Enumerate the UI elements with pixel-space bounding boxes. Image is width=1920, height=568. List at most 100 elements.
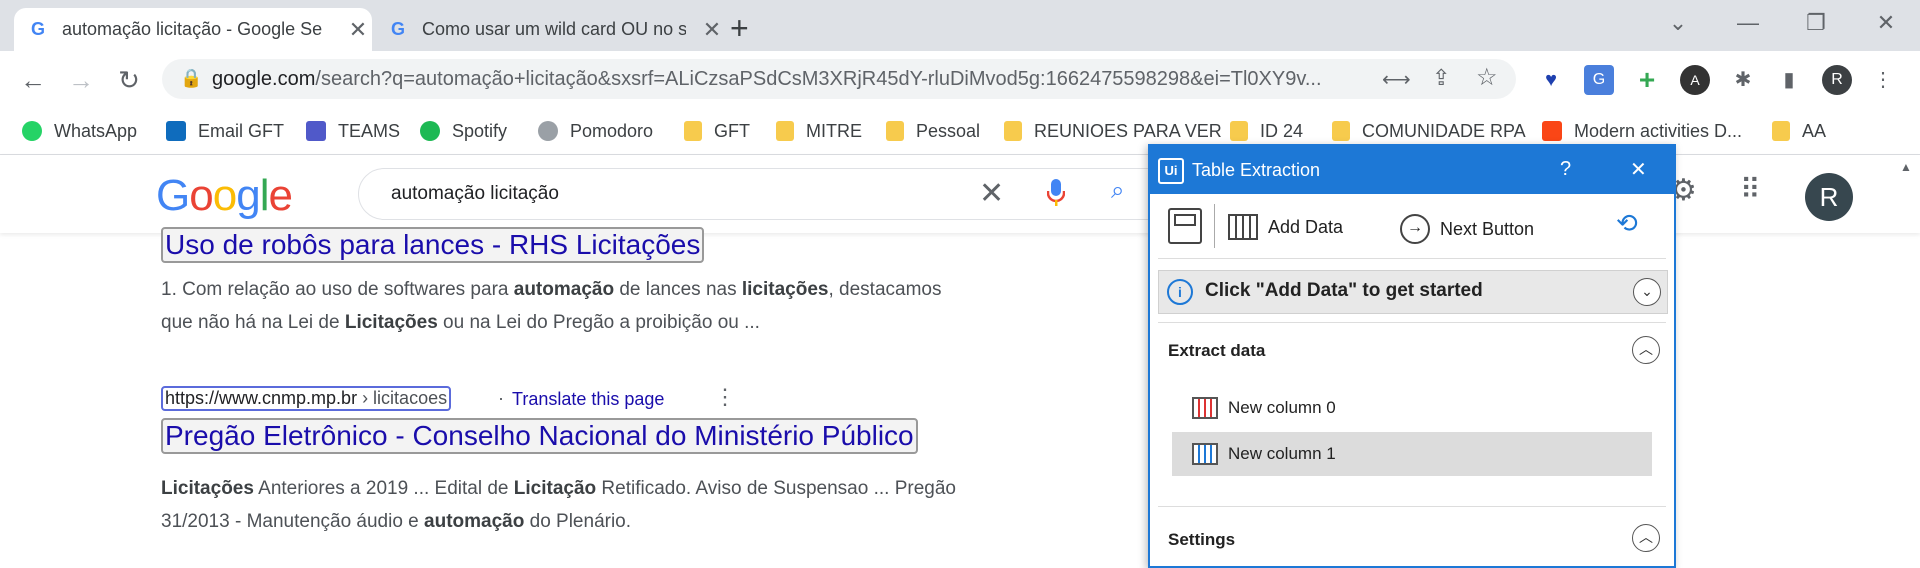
share-icon[interactable]: ⇪ bbox=[1432, 65, 1450, 91]
add-data-button[interactable]: Add Data bbox=[1228, 214, 1343, 240]
search-box[interactable]: automação licitação ✕ ⌕ bbox=[358, 168, 1180, 220]
result-1-snippet-line1: 1. Com relação ao uso de softwares para … bbox=[161, 279, 942, 300]
translate-icon[interactable]: ⟷ bbox=[1382, 67, 1411, 92]
uipath-logo-icon: Ui bbox=[1158, 158, 1184, 184]
tab-google-search[interactable]: G automação licitação - Google Se ✕ bbox=[14, 8, 372, 51]
result-2-title[interactable]: Pregão Eletrônico - Conselho Nacional do… bbox=[161, 418, 918, 454]
bookmark-whatsapp[interactable]: WhatsApp bbox=[22, 108, 137, 154]
lock-icon: 🔒 bbox=[180, 68, 203, 88]
divider bbox=[1158, 322, 1666, 323]
extensions-puzzle-icon[interactable]: ✱ bbox=[1728, 65, 1758, 95]
bookmark-label: GFT bbox=[714, 120, 750, 141]
extension-a-icon[interactable]: A bbox=[1680, 65, 1710, 95]
tab-wildcard[interactable]: G Como usar um wild card OU no s ✕ bbox=[374, 8, 726, 51]
google-logo[interactable]: Google bbox=[156, 171, 293, 221]
bookmark-star-icon[interactable]: ☆ bbox=[1476, 63, 1498, 92]
close-tab-icon[interactable]: ✕ bbox=[698, 17, 726, 43]
bookmark-gft[interactable]: GFT bbox=[684, 108, 750, 154]
back-icon[interactable]: ← bbox=[16, 63, 50, 97]
bookmark-spotify[interactable]: Spotify bbox=[420, 108, 507, 154]
uipath-icon bbox=[1542, 121, 1562, 141]
side-panel-icon[interactable]: ▮ bbox=[1774, 65, 1804, 95]
bookmark-email-gft[interactable]: Email GFT bbox=[166, 108, 284, 154]
chevron-down-icon[interactable]: ⌄ bbox=[1633, 278, 1661, 306]
bookmark-label: Modern activities D... bbox=[1574, 120, 1743, 141]
extension-translate-icon[interactable]: G bbox=[1584, 65, 1614, 95]
next-button-label: Next Button bbox=[1440, 218, 1535, 239]
toolbar-divider bbox=[1214, 204, 1215, 248]
extension-plus-icon[interactable]: + bbox=[1632, 65, 1662, 95]
tab-search-icon[interactable]: ⌄ bbox=[1658, 10, 1698, 36]
folder-icon bbox=[1772, 121, 1790, 141]
separator-dot: · bbox=[498, 388, 504, 408]
folder-icon bbox=[1230, 121, 1248, 141]
spotify-icon bbox=[420, 121, 440, 141]
bookmark-label: Email GFT bbox=[198, 120, 285, 141]
bookmark-aa[interactable]: AA bbox=[1772, 108, 1826, 154]
window-close-icon[interactable]: ✕ bbox=[1866, 10, 1906, 36]
column-label: New column 0 bbox=[1228, 398, 1336, 417]
google-favicon-icon: G bbox=[390, 19, 405, 39]
panel-title: Table Extraction bbox=[1192, 160, 1321, 180]
table-extraction-panel: Ui Table Extraction ? ✕ Add Data → Next … bbox=[1148, 144, 1676, 568]
clear-icon[interactable]: ✕ bbox=[979, 169, 1004, 219]
info-banner[interactable]: i Click "Add Data" to get started ⌄ bbox=[1158, 270, 1668, 314]
panel-close-button[interactable]: ✕ bbox=[1630, 157, 1647, 182]
folder-icon bbox=[776, 121, 794, 141]
bookmark-pomodoro[interactable]: Pomodoro bbox=[538, 108, 653, 154]
address-bar[interactable]: 🔒 google.com/search?q=automação+licitaçã… bbox=[162, 59, 1516, 99]
bookmark-label: COMUNIDADE RPA bbox=[1362, 120, 1526, 141]
restore-icon[interactable]: ❐ bbox=[1796, 10, 1836, 36]
result-2-url[interactable]: https://www.cnmp.mp.br › licitacoes bbox=[161, 386, 452, 411]
folder-icon bbox=[1332, 121, 1350, 141]
result-2-snippet-line2: 31/2013 - Manutenção áudio e automação d… bbox=[161, 511, 632, 532]
save-icon[interactable] bbox=[1168, 208, 1202, 244]
forward-icon[interactable]: → bbox=[64, 63, 98, 97]
result-2-snippet-line1: Licitações Anteriores a 2019 ... Edital … bbox=[161, 478, 956, 499]
panel-titlebar: Ui Table Extraction ? ✕ bbox=[1150, 146, 1674, 194]
microphone-icon[interactable] bbox=[1046, 179, 1066, 206]
check-icon bbox=[538, 121, 558, 141]
profile-avatar[interactable]: R bbox=[1822, 65, 1852, 95]
result-menu-icon[interactable]: ⋮ bbox=[714, 384, 736, 410]
folder-icon bbox=[1004, 121, 1022, 141]
whatsapp-icon bbox=[22, 121, 42, 141]
column-label: New column 1 bbox=[1228, 444, 1336, 463]
bookmark-teams[interactable]: TEAMS bbox=[306, 108, 400, 154]
column-item-0[interactable]: New column 0 bbox=[1172, 386, 1652, 430]
settings-header: Settings bbox=[1168, 530, 1236, 549]
bookmark-label: Spotify bbox=[452, 120, 508, 141]
search-input[interactable]: automação licitação bbox=[391, 169, 559, 219]
translate-link[interactable]: Translate this page bbox=[512, 389, 664, 410]
new-tab-button[interactable]: + bbox=[730, 10, 749, 47]
info-icon: i bbox=[1167, 279, 1193, 305]
scrollbar-up-arrow[interactable]: ▲ bbox=[1900, 160, 1912, 174]
google-avatar[interactable]: R bbox=[1805, 173, 1853, 221]
bookmark-label: AA bbox=[1802, 120, 1827, 141]
next-button-button[interactable]: → Next Button bbox=[1400, 214, 1534, 244]
bookmark-label: ID 24 bbox=[1260, 120, 1304, 141]
bookmark-label: Pomodoro bbox=[570, 120, 654, 141]
close-tab-icon[interactable]: ✕ bbox=[344, 17, 372, 43]
help-button[interactable]: ? bbox=[1560, 158, 1571, 181]
minimize-icon[interactable]: — bbox=[1728, 10, 1768, 36]
result-1-title[interactable]: Uso de robôs para lances - RHS Licitaçõe… bbox=[161, 227, 705, 263]
bookmark-label: TEAMS bbox=[338, 120, 401, 141]
refresh-icon[interactable]: ⟲ bbox=[1616, 208, 1638, 239]
column-item-1[interactable]: New column 1 bbox=[1172, 432, 1652, 476]
teams-icon bbox=[306, 121, 326, 141]
bookmark-mitre[interactable]: MITRE bbox=[776, 108, 862, 154]
extension-heart-icon[interactable]: ♥ bbox=[1536, 65, 1566, 95]
chevron-up-icon[interactable]: ︿ bbox=[1632, 524, 1660, 552]
search-icon[interactable]: ⌕ bbox=[1111, 177, 1124, 205]
chevron-up-icon[interactable]: ︿ bbox=[1632, 336, 1660, 364]
column-icon bbox=[1192, 397, 1218, 419]
apps-grid-icon[interactable]: ⠿ bbox=[1740, 173, 1761, 206]
bookmark-pessoal[interactable]: Pessoal bbox=[886, 108, 980, 154]
divider bbox=[1158, 258, 1666, 259]
reload-icon[interactable]: ↻ bbox=[112, 63, 146, 97]
menu-kebab-icon[interactable]: ⋮ bbox=[1868, 65, 1898, 95]
folder-icon bbox=[684, 121, 702, 141]
folder-icon bbox=[886, 121, 904, 141]
url-text[interactable]: google.com/search?q=automação+licitação&… bbox=[212, 59, 1342, 99]
